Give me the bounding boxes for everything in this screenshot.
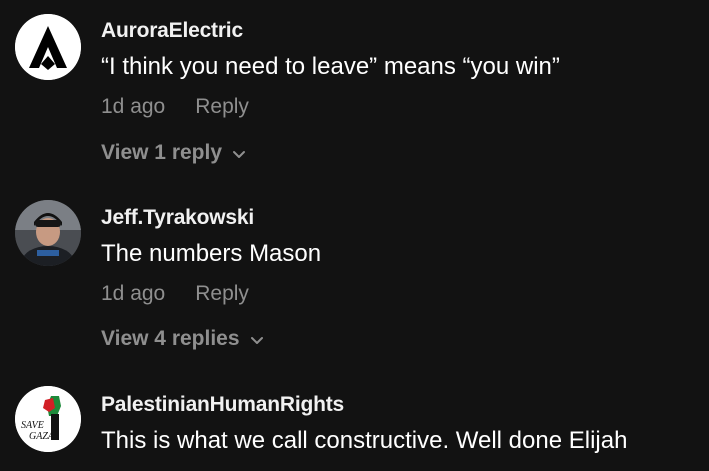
- save-gaza-logo: SAVE GAZA: [15, 386, 81, 452]
- comment-time: 1d ago: [101, 282, 166, 305]
- comment-text: This is what we call constructive. Well …: [101, 427, 628, 454]
- avatar[interactable]: [15, 200, 81, 266]
- comment-text: The numbers Mason: [101, 240, 322, 267]
- avatar[interactable]: [15, 14, 81, 80]
- comment-meta: 1d ago Reply: [101, 95, 249, 119]
- view-replies-label: View 1 reply: [101, 141, 223, 164]
- comment-username[interactable]: PalestinianHumanRights: [101, 393, 344, 417]
- view-replies-label: View 4 replies: [101, 327, 240, 350]
- aurora-logo-icon: [15, 14, 81, 80]
- svg-text:SAVE: SAVE: [21, 420, 44, 431]
- chevron-down-icon: [250, 334, 264, 348]
- reply-button[interactable]: Reply: [195, 282, 249, 305]
- reply-button[interactable]: Reply: [195, 95, 249, 118]
- view-replies-button[interactable]: View 1 reply: [101, 141, 246, 165]
- comment-username[interactable]: Jeff.Tyrakowski: [101, 206, 254, 230]
- chevron-down-icon: [232, 148, 246, 162]
- comment-time: 1d ago: [101, 95, 166, 118]
- hockey-player-photo: [15, 200, 81, 266]
- avatar[interactable]: SAVE GAZA: [15, 386, 81, 452]
- comment-text: “I think you need to leave” means “you w…: [101, 53, 560, 80]
- view-replies-button[interactable]: View 4 replies: [101, 327, 264, 351]
- svg-text:GAZA: GAZA: [29, 431, 55, 442]
- comment-username[interactable]: AuroraElectric: [101, 19, 243, 43]
- comment-meta: 1d ago Reply: [101, 282, 249, 306]
